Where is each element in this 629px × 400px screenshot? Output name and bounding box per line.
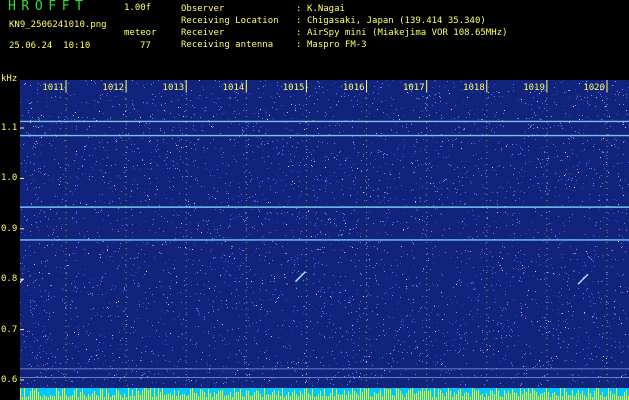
y-tick-label: 0.6 (1, 375, 18, 385)
x-tick-label: 1018 (463, 83, 485, 93)
y-tick-label: 0.8 (1, 274, 18, 285)
mode-label: meteor (124, 28, 157, 38)
version-label: 1.00f (124, 3, 152, 13)
y-tick-label: 0.7 (1, 324, 18, 335)
y-tick-label: 1.1 (1, 123, 18, 133)
x-tick-label: 1020 (583, 83, 605, 93)
x-tick-label: 1014 (223, 83, 245, 93)
y-unit-label: kHz (1, 74, 18, 84)
location-colon: : (296, 16, 302, 26)
x-tick-label: 1016 (343, 83, 365, 93)
x-tick-label: 1013 (163, 83, 185, 93)
spectrogram-plot: 1011 1012 1013 1014 1015 1016 1017 1018 1019 1020 (20, 80, 629, 400)
echo-count: 77 (140, 41, 151, 51)
x-tick-label: 1017 (403, 83, 425, 93)
observer-label: Observer (181, 4, 225, 14)
antenna-value: Maspro FM-3 (307, 40, 367, 50)
spectrogram-svg: 1011 1012 1013 1014 1015 1016 1017 1018 1019 1020 (20, 80, 629, 400)
x-tick-label: 1011 (42, 83, 64, 93)
filename-label: KN9_2506241010.png (9, 20, 107, 30)
receiver-colon: : (296, 28, 302, 38)
receiver-value: AirSpy mini (Miakejima VOR 108.65MHz) (307, 28, 508, 38)
location-label: Receiving Location (181, 16, 279, 26)
x-tick-label: 1015 (283, 83, 305, 93)
datetime-label: 25.06.24 10:10 (9, 41, 91, 51)
antenna-colon: : (296, 40, 302, 50)
receiver-label: Receiver (181, 28, 225, 38)
observer-colon: : (296, 4, 302, 14)
header-panel: HROFFT 1.00f KN9_2506241010.png 25.06.24… (0, 0, 629, 72)
antenna-label: Receiving antenna (181, 40, 274, 50)
observer-value: K.Nagai (307, 4, 345, 14)
location-value: Chigasaki, Japan (139.414 35.340) (307, 16, 486, 26)
x-tick-label: 1012 (102, 83, 124, 93)
app-title: HROFFT (8, 0, 89, 14)
x-tick-label: 1019 (523, 83, 545, 93)
y-tick-label: 1.0 (1, 173, 18, 184)
y-tick-label: 0.9 (1, 223, 18, 234)
